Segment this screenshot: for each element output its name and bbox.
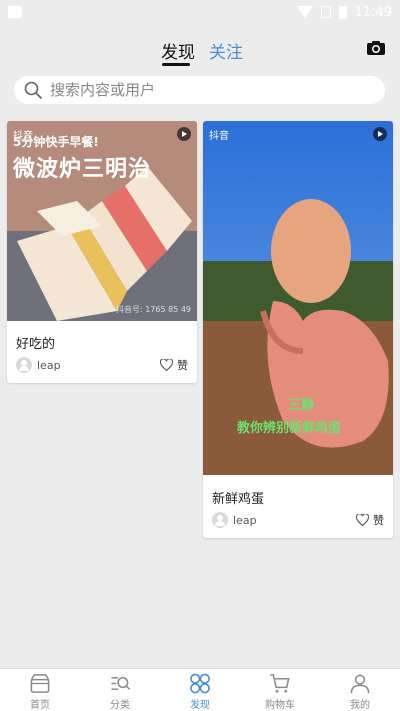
camera-icon[interactable]	[366, 40, 386, 56]
wifi-icon	[296, 6, 313, 18]
avatar	[212, 512, 228, 528]
nav-item-cart[interactable]: 购物车	[240, 669, 320, 711]
heart-icon	[160, 359, 173, 371]
video-subtitle-1: 三静	[288, 398, 315, 413]
video-subtitle-2: 教你辨别新鲜鸡蛋	[237, 421, 342, 436]
like-label: 赞	[373, 514, 384, 527]
active-tab-indicator	[162, 63, 190, 66]
video-caption-line2: 微波炉三明治	[13, 157, 152, 182]
avatar	[16, 357, 32, 373]
nav-item-home[interactable]: 首页	[0, 669, 80, 711]
category-icon	[111, 676, 131, 691]
heart-icon	[356, 514, 369, 526]
play-icon[interactable]	[177, 127, 191, 141]
sim-icon	[320, 6, 331, 18]
top-tab-bar: 发现 关注	[0, 28, 400, 72]
like-label: 赞	[177, 359, 188, 372]
play-icon[interactable]	[373, 127, 387, 141]
search-icon	[24, 81, 42, 99]
post-author[interactable]: leap	[16, 357, 61, 373]
nav-item-category[interactable]: 分类	[80, 669, 160, 711]
nav-item-profile[interactable]: 我的	[320, 669, 400, 711]
post-author[interactable]: leap	[212, 512, 257, 528]
post-thumbnail[interactable]: 抖音 三静 教你辨别新鲜鸡蛋	[203, 121, 393, 475]
home-icon	[30, 674, 50, 693]
tab-follow[interactable]: 关注	[209, 38, 243, 63]
bottom-nav: 首页 分类 发现 购物车 我的	[0, 668, 400, 711]
username: leap	[233, 513, 257, 527]
nav-label: 发现	[190, 700, 210, 711]
profile-icon	[350, 674, 370, 694]
status-time: 11:49	[354, 4, 392, 20]
nav-label: 我的	[350, 700, 370, 711]
search-bar[interactable]	[14, 76, 385, 104]
tiktok-source-mark: 抖音	[209, 131, 229, 142]
cart-icon	[270, 674, 290, 693]
post-title: 好吃的	[16, 337, 56, 352]
nav-label: 购物车	[265, 700, 295, 711]
tab-discover[interactable]: 发现	[161, 38, 195, 63]
like-button[interactable]: 赞	[356, 512, 384, 528]
post-title: 新鲜鸡蛋	[212, 492, 265, 507]
discover-icon	[190, 673, 210, 694]
search-input[interactable]	[50, 81, 350, 99]
post-card[interactable]: 抖音 三静 教你辨别新鲜鸡蛋 新鲜鸡蛋 leap 赞	[203, 121, 393, 538]
post-card[interactable]: 抖音 5分钟快手早餐! 微波炉三明治 抖音号: 1765 85 49 好吃的 l…	[7, 121, 197, 383]
video-caption-line1: 5分钟快手早餐!	[13, 135, 99, 149]
gallery-icon	[8, 6, 22, 18]
post-thumbnail[interactable]: 抖音 5分钟快手早餐! 微波炉三明治 抖音号: 1765 85 49	[7, 121, 197, 321]
nav-item-discover[interactable]: 发现	[160, 669, 240, 711]
nav-label: 分类	[110, 700, 130, 711]
status-bar: 11:49	[0, 0, 400, 24]
battery-icon	[338, 5, 347, 19]
nav-label: 首页	[30, 700, 50, 711]
like-button[interactable]: 赞	[160, 357, 188, 373]
video-watermark: 抖音号: 1765 85 49	[115, 305, 191, 314]
username: leap	[37, 358, 61, 372]
